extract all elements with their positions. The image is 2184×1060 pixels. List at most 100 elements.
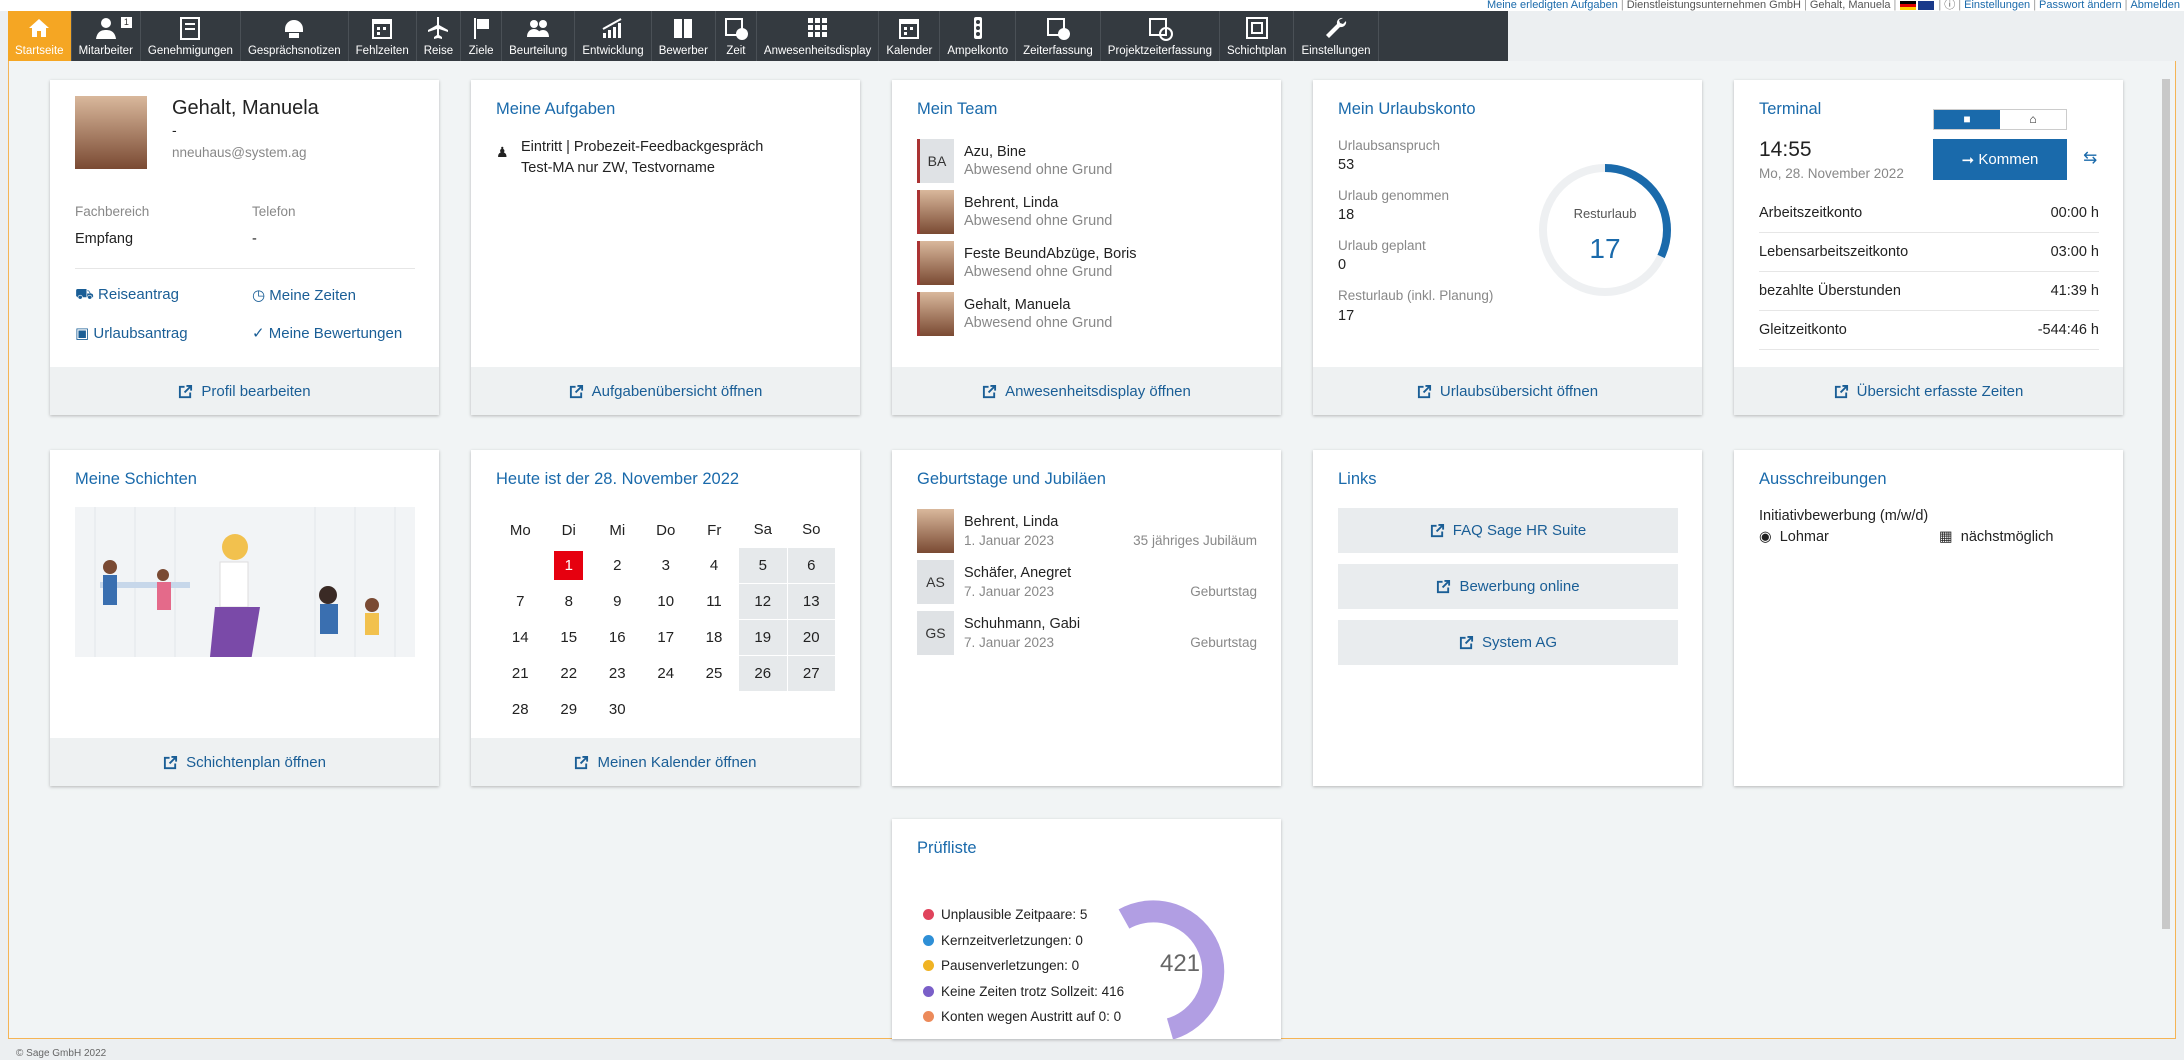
calendar-day[interactable]: 6 xyxy=(786,546,836,584)
calendar-day[interactable]: 3 xyxy=(642,547,691,583)
nav-item-zeiterfassung[interactable]: Zeiterfassung xyxy=(1016,11,1101,61)
nav-item-kalender[interactable]: Kalender xyxy=(879,11,941,61)
office-icon[interactable]: ■ xyxy=(1934,110,2000,129)
calendar-day[interactable]: 7 xyxy=(496,583,545,619)
calendar-day[interactable]: 21 xyxy=(496,655,545,691)
uk-flag-icon[interactable] xyxy=(1918,1,1935,10)
home-office-icon[interactable]: ⌂ xyxy=(2000,110,2066,129)
nav-item-fehlzeiten[interactable]: Fehlzeiten xyxy=(349,11,417,61)
nav-item-gesprächsnotizen[interactable]: Gesprächsnotizen xyxy=(241,11,349,61)
ring-value: 17 xyxy=(1589,233,1620,264)
calendar-day[interactable]: 24 xyxy=(642,655,691,691)
birthday-item[interactable]: AS Schäfer, Anegret 7. Januar 2023 Geburtst… xyxy=(917,556,1257,607)
open-tasks-button[interactable]: Aufgabenübersicht öffnen xyxy=(471,367,860,415)
nav-item-projektzeiterfassung[interactable]: Projektzeiterfassung xyxy=(1101,11,1220,61)
nav-item-genehmigungen[interactable]: Genehmigungen xyxy=(141,11,241,61)
vertical-scrollbar[interactable] xyxy=(2161,67,2171,1033)
approval-icon xyxy=(177,15,203,41)
calendar-day[interactable]: 19 xyxy=(738,618,788,656)
calendar-day[interactable]: 18 xyxy=(690,619,739,655)
nav-item-ziele[interactable]: Ziele xyxy=(461,11,503,61)
travel-request-link[interactable]: ⛟ Reiseantrag xyxy=(75,286,179,305)
calendar-day[interactable]: 27 xyxy=(786,654,836,692)
calendar-day[interactable]: 30 xyxy=(593,691,642,727)
calendar-day[interactable]: 4 xyxy=(690,547,739,583)
links-card: Links FAQ Sage HR Suite Bewerbung online… xyxy=(1313,450,1702,786)
person-initials: AS xyxy=(917,559,954,604)
scrollbar-thumb[interactable] xyxy=(2162,79,2170,929)
calendar-day[interactable]: 11 xyxy=(690,583,739,619)
calendar-day[interactable]: 1 xyxy=(545,547,594,583)
open-recorded-times-button[interactable]: Übersicht erfasste Zeiten xyxy=(1734,367,2123,415)
edit-profile-button[interactable]: Profil bearbeiten xyxy=(50,367,439,415)
calendar-day[interactable]: 28 xyxy=(496,691,545,727)
account-label: Lebensarbeitszeitkonto xyxy=(1759,244,1909,260)
calendar-day[interactable]: 25 xyxy=(690,655,739,691)
calendar-day[interactable]: 20 xyxy=(786,618,836,656)
german-flag-icon[interactable] xyxy=(1900,1,1917,10)
settings-link[interactable]: Einstellungen xyxy=(1964,0,2030,11)
nav-item-einstellungen[interactable]: Einstellungen xyxy=(1294,11,1379,61)
change-password-link[interactable]: Passwort ändern xyxy=(2039,0,2122,11)
nav-item-ampelkonto[interactable]: Ampelkonto xyxy=(940,11,1017,61)
calendar-day[interactable]: 8 xyxy=(545,583,594,619)
task-item-title[interactable]: Eintritt | Probezeit-Feedbackgespräch xyxy=(521,139,763,155)
nav-item-reise[interactable]: Reise xyxy=(417,11,462,61)
team-member[interactable]: Feste BeundAbzüge, Boris Abwesend ohne Gr… xyxy=(917,237,1257,288)
calendar-day[interactable]: 16 xyxy=(593,619,642,655)
open-calendar-button[interactable]: Meinen Kalender öffnen xyxy=(471,738,860,786)
calendar-day[interactable]: 29 xyxy=(545,691,594,727)
calendar-day[interactable]: 2 xyxy=(593,547,642,583)
help-icon[interactable]: ⓘ xyxy=(1944,0,1955,11)
calendar-day[interactable]: 10 xyxy=(642,583,691,619)
birthday-item[interactable]: GS Schuhmann, Gabi 7. Januar 2023 Geburtsta… xyxy=(917,607,1257,658)
switch-icon[interactable]: ⇆ xyxy=(2083,148,2097,168)
calendar-day[interactable]: 9 xyxy=(593,583,642,619)
clock-in-button[interactable]: ➞ Kommen xyxy=(1933,139,2067,180)
online-application-link[interactable]: Bewerbung online xyxy=(1338,564,1678,609)
event-date: 1. Januar 2023 xyxy=(964,532,1055,548)
calendar-day[interactable]: 22 xyxy=(545,655,594,691)
nav-item-mitarbeiter[interactable]: Mitarbeiter 1 xyxy=(72,11,141,61)
checklist-item[interactable]: Pausenverletzungen: 0 xyxy=(923,958,1124,984)
checklist-item[interactable]: Kernzeitverletzungen: 0 xyxy=(923,933,1124,959)
team-member[interactable]: Behrent, Linda Abwesend ohne Grund xyxy=(917,186,1257,237)
open-vacation-overview-button[interactable]: Urlaubsübersicht öffnen xyxy=(1313,367,1702,415)
nav-item-schichtplan[interactable]: Schichtplan xyxy=(1220,11,1295,61)
faq-link[interactable]: FAQ Sage HR Suite xyxy=(1338,508,1678,553)
nav-item-beurteilung[interactable]: Beurteilung xyxy=(502,11,576,61)
birthday-item[interactable]: Behrent, Linda 1. Januar 2023 35 jähriges … xyxy=(917,505,1257,556)
system-ag-link[interactable]: System AG xyxy=(1338,620,1678,665)
terminal-mode-toggle[interactable]: ■ ⌂ xyxy=(1933,109,2067,130)
calendar-day[interactable]: 15 xyxy=(545,619,594,655)
clock-icon: ◷ xyxy=(252,287,266,304)
checklist-item[interactable]: Konten wegen Austritt auf 0: 0 xyxy=(923,1009,1124,1035)
logout-link[interactable]: Abmelden xyxy=(2130,0,2180,11)
nav-item-startseite[interactable]: Startseite xyxy=(8,11,72,61)
checklist-item[interactable]: Keine Zeiten trotz Sollzeit: 416 xyxy=(923,984,1124,1010)
completed-tasks-link[interactable]: Meine erledigten Aufgaben xyxy=(1487,0,1618,11)
vacation-request-link[interactable]: ▣ Urlaubsantrag xyxy=(75,324,188,342)
calendar-day[interactable]: 26 xyxy=(738,654,788,692)
nav-item-zeit[interactable]: Zeit xyxy=(716,11,757,61)
my-ratings-link[interactable]: ✓ Meine Bewertungen xyxy=(252,324,402,342)
top-utility-bar: Meine erledigten Aufgaben | Dienstleistung… xyxy=(0,0,2184,11)
nav-item-bewerber[interactable]: Bewerber xyxy=(652,11,716,61)
checklist-item[interactable]: Unplausible Zeitpaare: 5 xyxy=(923,907,1124,933)
wrench-icon xyxy=(1323,15,1349,41)
team-member[interactable]: BA Azu, Bine Abwesend ohne Grund xyxy=(917,135,1257,186)
calendar-day[interactable]: 12 xyxy=(738,582,788,620)
calendar-day[interactable]: 13 xyxy=(786,582,836,620)
nav-item-anwesenheitsdisplay[interactable]: Anwesenheitsdisplay xyxy=(757,11,880,61)
open-presence-display-button[interactable]: Anwesenheitsdisplay öffnen xyxy=(892,367,1281,415)
my-times-link[interactable]: ◷ Meine Zeiten xyxy=(252,286,356,304)
calendar-day[interactable]: 17 xyxy=(642,619,691,655)
job-title[interactable]: Initiativbewerbung (m/w/d) xyxy=(1759,508,1928,524)
team-member[interactable]: Gehalt, Manuela Abwesend ohne Grund xyxy=(917,288,1257,339)
open-shift-plan-button[interactable]: Schichtenplan öffnen xyxy=(50,738,439,786)
legend-dot-icon xyxy=(923,960,934,971)
calendar-day[interactable]: 23 xyxy=(593,655,642,691)
calendar-day[interactable]: 14 xyxy=(496,619,545,655)
calendar-day[interactable]: 5 xyxy=(738,546,788,584)
nav-item-entwicklung[interactable]: Entwicklung xyxy=(575,11,652,61)
